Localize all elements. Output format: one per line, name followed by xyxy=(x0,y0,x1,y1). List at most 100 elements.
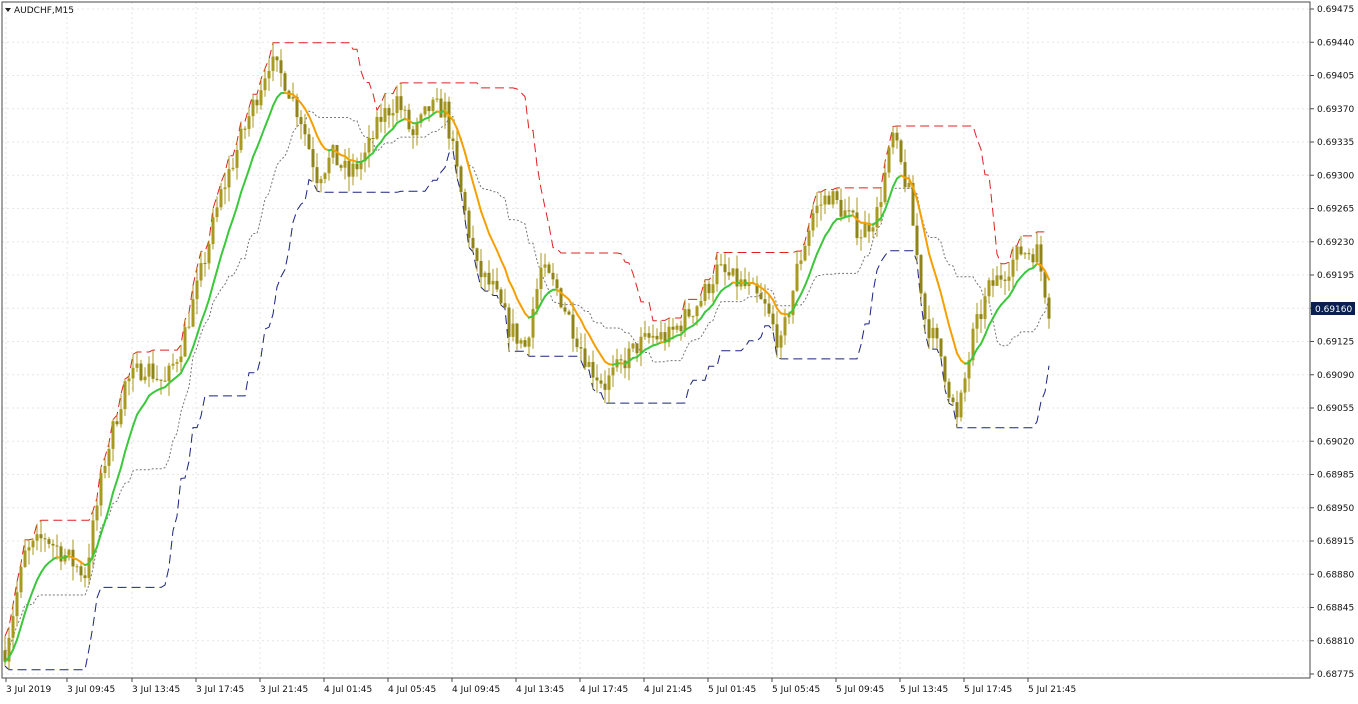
price-axis: 0.694750.694400.694050.693700.693350.693… xyxy=(1310,5,1354,680)
candle-body xyxy=(692,316,695,317)
candle-body xyxy=(276,57,279,61)
candle-body xyxy=(956,402,959,417)
candle-body xyxy=(716,264,719,284)
candle-body xyxy=(268,71,271,78)
candle-body xyxy=(980,314,983,319)
candle-body xyxy=(580,347,583,348)
candle-body xyxy=(648,333,651,338)
candle-body xyxy=(976,314,979,329)
candle-body xyxy=(460,167,463,192)
candle-body xyxy=(184,327,187,356)
candle-body xyxy=(60,546,63,561)
candle-body xyxy=(864,223,867,238)
candle-body xyxy=(76,566,79,567)
candle-body xyxy=(120,409,123,424)
candle-body xyxy=(920,255,923,293)
candle-body xyxy=(852,211,855,213)
candle-body xyxy=(472,238,475,248)
candle-body xyxy=(924,293,927,319)
x-tick-label: 4 Jul 17:45 xyxy=(580,685,628,695)
y-tick-label: 0.68915 xyxy=(1317,537,1354,547)
candle-body xyxy=(584,348,587,366)
candle-body xyxy=(404,110,407,111)
x-tick-label: 3 Jul 13:45 xyxy=(132,685,180,695)
candle-body xyxy=(776,324,779,347)
candle-body xyxy=(884,173,887,203)
candle-body xyxy=(312,149,315,167)
candle-body xyxy=(800,260,803,263)
candle-body xyxy=(56,545,59,546)
candle-body xyxy=(796,264,799,291)
candle-body xyxy=(100,473,103,505)
candle-body xyxy=(348,161,351,177)
candle-body xyxy=(704,284,707,301)
candle-body xyxy=(36,534,39,540)
candle-body xyxy=(168,366,171,381)
candle-body xyxy=(192,299,195,326)
candle-body xyxy=(52,544,55,546)
candle-body xyxy=(48,539,51,544)
candle-body xyxy=(876,207,879,227)
candle-body xyxy=(272,57,275,71)
x-tick-label: 5 Jul 09:45 xyxy=(836,685,884,695)
candle-body xyxy=(652,336,655,338)
x-tick-label: 4 Jul 05:45 xyxy=(388,685,436,695)
candle-body xyxy=(212,217,215,244)
candle-body xyxy=(568,312,571,315)
chart-title[interactable]: AUDCHF,M15 xyxy=(5,6,74,16)
candlestick-chart[interactable]: 0.694750.694400.694050.693700.693350.693… xyxy=(0,0,1358,700)
candle-body xyxy=(536,289,539,309)
candle-body xyxy=(1012,260,1015,277)
candle-body xyxy=(252,100,255,116)
candle-body xyxy=(68,550,71,555)
y-tick-label: 0.68950 xyxy=(1317,504,1354,514)
current-price-value: 0.69160 xyxy=(1315,305,1352,315)
y-tick-label: 0.69335 xyxy=(1317,138,1354,148)
candle-body xyxy=(836,191,839,200)
candle-body xyxy=(684,309,687,331)
candle-body xyxy=(780,335,783,347)
candle-body xyxy=(904,162,907,187)
candle-body xyxy=(992,280,995,286)
chart-window[interactable]: 0.694750.694400.694050.693700.693350.693… xyxy=(0,0,1358,700)
candle-body xyxy=(724,264,727,272)
candle-body xyxy=(372,138,375,139)
candle-body xyxy=(1048,298,1051,319)
candle-body xyxy=(196,281,199,300)
candle-body xyxy=(1028,253,1031,254)
candle-body xyxy=(304,124,307,134)
candle-body xyxy=(28,547,31,550)
candle-body xyxy=(996,275,999,285)
candle-body xyxy=(680,326,683,332)
candle-body xyxy=(96,505,99,520)
candle-body xyxy=(1024,253,1027,254)
candle-body xyxy=(932,328,935,338)
candle-body xyxy=(176,362,179,364)
candle-body xyxy=(712,284,715,293)
candle-body xyxy=(672,327,675,330)
candle-body xyxy=(380,117,383,122)
candle-body xyxy=(1032,254,1035,262)
candle-body xyxy=(324,173,327,179)
candle-body xyxy=(516,324,519,344)
candle-body xyxy=(136,364,139,368)
candle-body xyxy=(396,96,399,113)
candle-body xyxy=(464,192,467,211)
candle-body xyxy=(12,616,15,638)
candle-body xyxy=(856,212,859,238)
candle-body xyxy=(216,207,219,217)
candle-body xyxy=(984,296,987,319)
candle-body xyxy=(320,179,323,183)
candle-body xyxy=(708,284,711,293)
candle-body xyxy=(576,339,579,348)
candle-body xyxy=(612,367,615,375)
candle-body xyxy=(552,273,555,279)
candle-body xyxy=(804,246,807,261)
candle-body xyxy=(80,566,83,575)
candle-body xyxy=(512,324,515,337)
candle-body xyxy=(1004,280,1007,281)
candle-body xyxy=(204,263,207,264)
candle-body xyxy=(300,117,303,124)
candle-body xyxy=(456,141,459,166)
x-tick-label: 5 Jul 17:45 xyxy=(964,685,1012,695)
